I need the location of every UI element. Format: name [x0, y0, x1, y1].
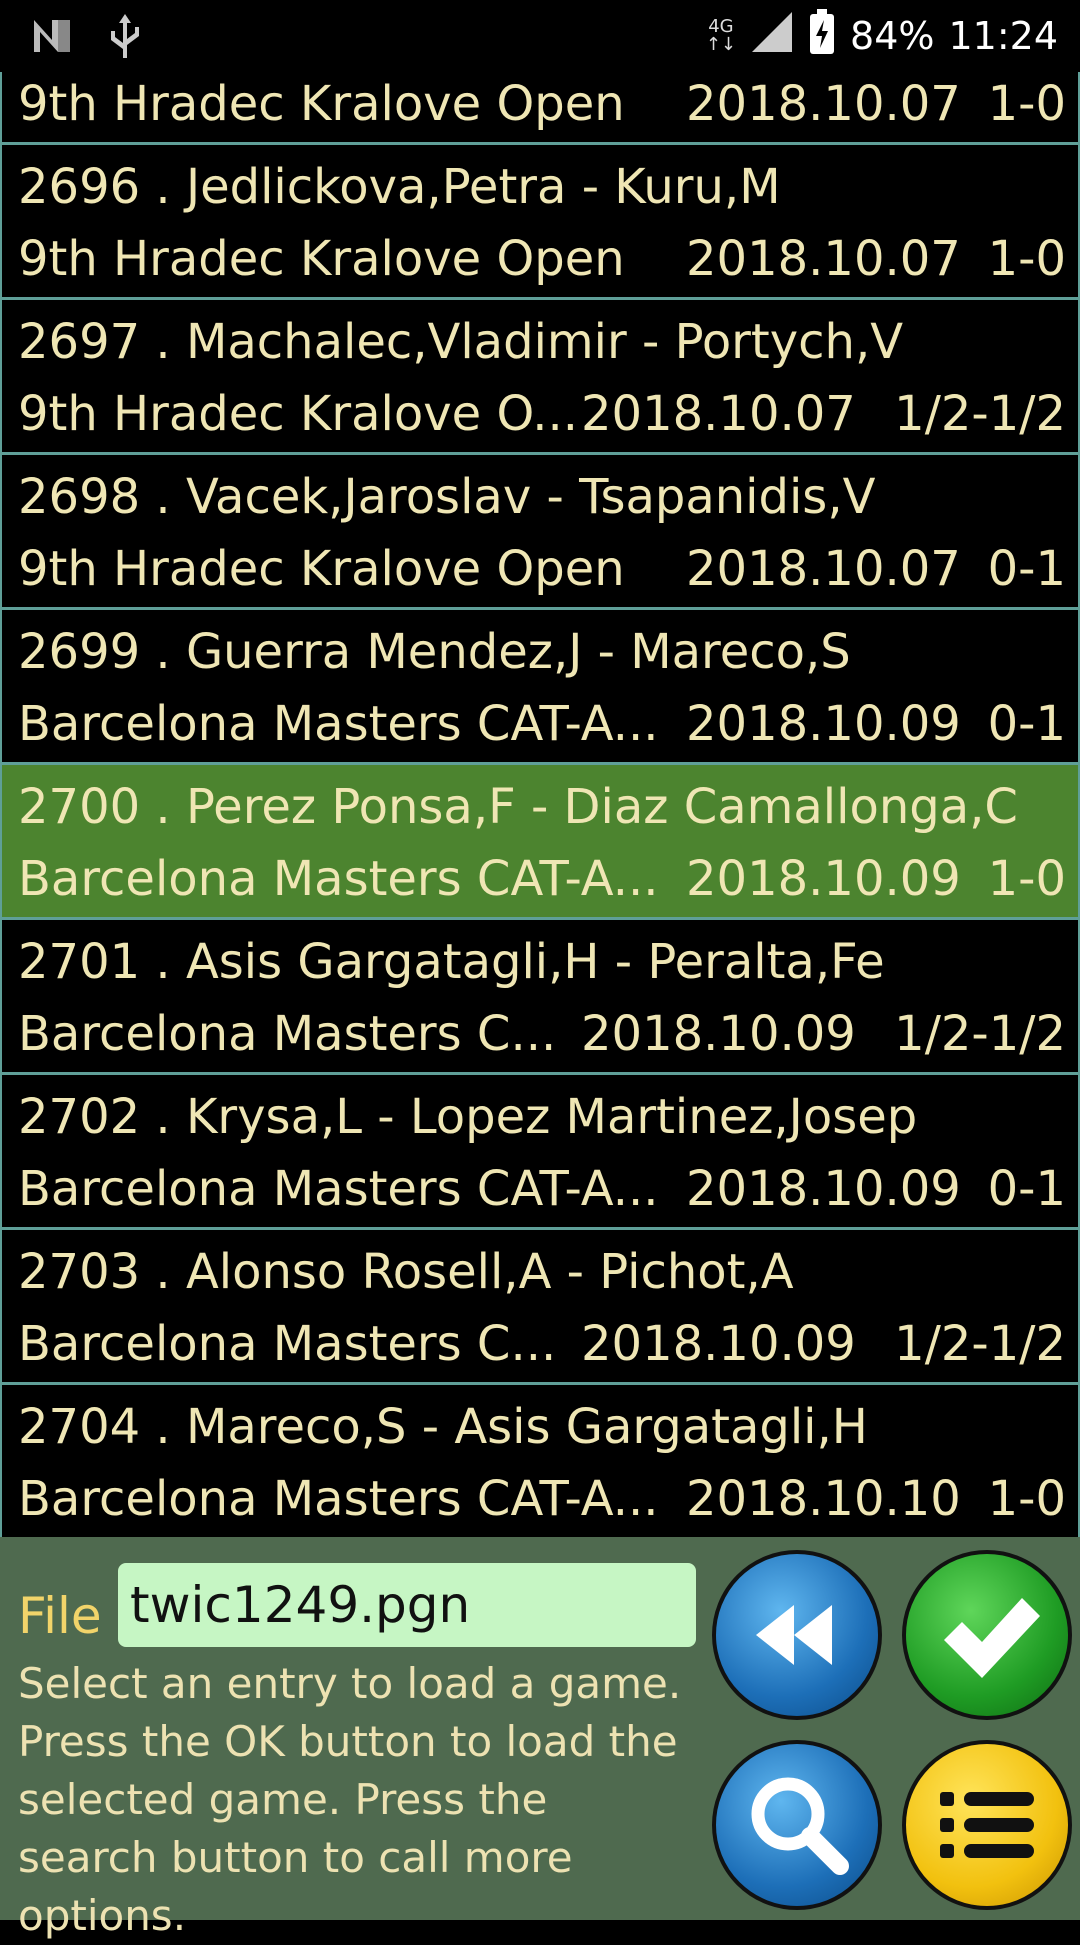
game-row[interactable]: 2701 . Asis Gargatagli,H - Peralta,Fe Bar… [0, 920, 1080, 1075]
clock: 11:24 [948, 14, 1058, 58]
black-player: - Portych,V [642, 314, 904, 370]
network-indicator: 4G ↑↓ [705, 16, 737, 55]
game-row[interactable]: 2700 . Perez Ponsa,F - Diaz Camallonga,C… [0, 765, 1080, 920]
black-player: - Peralta,Fe [614, 934, 885, 990]
menu-button[interactable] [902, 1740, 1072, 1910]
game-row[interactable]: 2702 . Krysa,L - Lopez Martinez,Josep Bar… [0, 1075, 1080, 1230]
event-name: Barcelona Masters CAT-A... [18, 696, 659, 752]
black-player: - Mareco,S [597, 624, 851, 680]
game-number: 2698 . [18, 469, 171, 525]
game-row[interactable]: 2697 . Machalec,Vladimir - Portych,V 9th … [0, 300, 1080, 455]
white-player: Krysa,L [185, 1089, 362, 1145]
game-players-line: 2699 . Guerra Mendez,J - Mareco,S [18, 624, 851, 680]
search-icon [751, 1777, 849, 1875]
game-players-line: 2703 . Alonso Rosell,A - Pichot,A [18, 1244, 794, 1300]
game-result: 1-0 [987, 1471, 1066, 1527]
game-number: 2696 . [18, 159, 171, 215]
white-player: Vacek,Jaroslav [185, 469, 532, 525]
black-player: - Pichot,A [566, 1244, 794, 1300]
event-name: 9th Hradec Kralove O... [18, 386, 578, 442]
game-date: 2018.10.09 [581, 1316, 856, 1372]
game-date: 2018.10.10 [686, 1471, 961, 1527]
nfc-icon [30, 16, 74, 60]
back-button[interactable] [712, 1550, 882, 1720]
game-date: 2018.10.07 [686, 231, 961, 287]
game-row[interactable]: 9th Hradec Kralove Open 2018.10.07 1-0 [0, 72, 1080, 145]
search-button[interactable] [712, 1740, 882, 1910]
event-name: 9th Hradec Kralove Open [18, 541, 625, 597]
game-result: 0-1 [987, 696, 1066, 752]
game-result: 0-1 [987, 541, 1066, 597]
black-player: - Diaz Camallonga,C [530, 779, 1018, 835]
game-number: 2699 . [18, 624, 171, 680]
white-player: Mareco,S [185, 1399, 407, 1455]
help-text: Select an entry to load a game. Press th… [18, 1659, 682, 1940]
game-number: 2702 . [18, 1089, 171, 1145]
black-player: - Asis Gargatagli,H [421, 1399, 868, 1455]
white-player: Perez Ponsa,F [185, 779, 516, 835]
event-name: Barcelona Masters CAT-A... [18, 1161, 659, 1217]
game-players-line: 2700 . Perez Ponsa,F - Diaz Camallonga,C [18, 779, 1018, 835]
white-player: Machalec,Vladimir [185, 314, 627, 370]
game-date: 2018.10.07 [581, 386, 856, 442]
black-player: - Kuru,M [581, 159, 781, 215]
game-row[interactable]: 2704 . Mareco,S - Asis Gargatagli,H Barce… [0, 1385, 1080, 1537]
file-input[interactable] [118, 1563, 696, 1647]
event-name: Barcelona Masters CAT-A... [18, 851, 659, 907]
game-result: 1-0 [987, 76, 1066, 132]
black-player: - Lopez Martinez,Josep [377, 1089, 918, 1145]
white-player: Alonso Rosell,A [185, 1244, 552, 1300]
game-number: 2703 . [18, 1244, 171, 1300]
game-result: 1/2-1/2 [894, 386, 1066, 442]
game-players-line: 2701 . Asis Gargatagli,H - Peralta,Fe [18, 934, 885, 990]
game-result: 1/2-1/2 [894, 1006, 1066, 1062]
file-label: File [18, 1587, 102, 1645]
white-player: Jedlickova,Petra [185, 159, 567, 215]
game-result: 0-1 [987, 1161, 1066, 1217]
event-name: Barcelona Masters CAT-A... [18, 1471, 659, 1527]
game-number: 2704 . [18, 1399, 171, 1455]
game-players-line: 2698 . Vacek,Jaroslav - Tsapanidis,V [18, 469, 875, 525]
data-arrows-icon: ↑↓ [705, 34, 737, 55]
game-date: 2018.10.07 [686, 76, 961, 132]
bottom-panel: File Select an entry to load a game. Pre… [0, 1537, 1080, 1940]
game-players-line: 2704 . Mareco,S - Asis Gargatagli,H [18, 1399, 868, 1455]
ok-button[interactable] [902, 1550, 1072, 1720]
game-date: 2018.10.09 [686, 696, 961, 752]
event-name: Barcelona Masters C... [18, 1316, 557, 1372]
status-bar: 4G ↑↓ 84% 11:24 [0, 0, 1080, 72]
checkmark-icon [944, 1598, 1040, 1678]
game-date: 2018.10.09 [581, 1006, 856, 1062]
game-list-rows: 9th Hradec Kralove Open 2018.10.07 1-0 2696… [0, 72, 1080, 1537]
signal-icon [750, 10, 794, 63]
game-players-line: 2696 . Jedlickova,Petra - Kuru,M [18, 159, 781, 215]
game-row[interactable]: 2699 . Guerra Mendez,J - Mareco,S Barcelo… [0, 610, 1080, 765]
game-players-line: 2702 . Krysa,L - Lopez Martinez,Josep [18, 1089, 917, 1145]
event-name: 9th Hradec Kralove Open [18, 231, 625, 287]
menu-list-icon [940, 1792, 1034, 1858]
battery-charging-icon [808, 8, 836, 65]
event-name: Barcelona Masters C... [18, 1006, 557, 1062]
white-player: Guerra Mendez,J [185, 624, 583, 680]
game-number: 2701 . [18, 934, 171, 990]
usb-icon [108, 12, 142, 64]
game-row[interactable]: 2703 . Alonso Rosell,A - Pichot,A Barcelo… [0, 1230, 1080, 1385]
game-date: 2018.10.09 [686, 851, 961, 907]
game-date: 2018.10.07 [686, 541, 961, 597]
game-result: 1-0 [987, 231, 1066, 287]
game-row[interactable]: 2698 . Vacek,Jaroslav - Tsapanidis,V 9th … [0, 455, 1080, 610]
game-result: 1-0 [987, 851, 1066, 907]
rewind-icon [756, 1605, 832, 1665]
event-name: 9th Hradec Kralove Open [18, 76, 625, 132]
game-players-line: 2697 . Machalec,Vladimir - Portych,V [18, 314, 903, 370]
battery-level: 84% [850, 14, 935, 58]
game-number: 2697 . [18, 314, 171, 370]
black-player: - Tsapanidis,V [546, 469, 876, 525]
game-date: 2018.10.09 [686, 1161, 961, 1217]
game-list[interactable]: 9th Hradec Kralove Open 2018.10.07 1-0 2696… [0, 72, 1080, 1537]
game-row[interactable]: 2696 . Jedlickova,Petra - Kuru,M 9th Hrad… [0, 145, 1080, 300]
white-player: Asis Gargatagli,H [185, 934, 600, 990]
game-number: 2700 . [18, 779, 171, 835]
game-result: 1/2-1/2 [894, 1316, 1066, 1372]
